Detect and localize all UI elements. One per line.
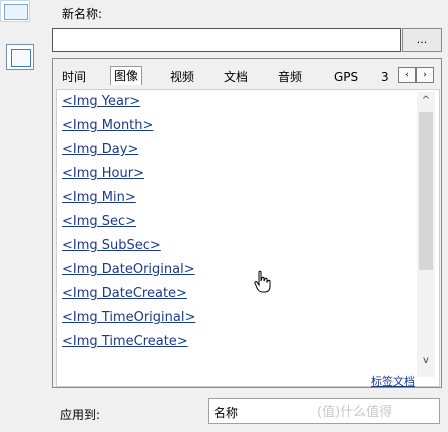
new-name-label: 新名称: <box>62 7 103 21</box>
list-item[interactable]: <Img TimeCreate> <box>62 334 188 349</box>
list-item[interactable]: <Img Sec> <box>62 214 136 229</box>
list-item[interactable]: <Img Month> <box>62 118 153 133</box>
list-item[interactable]: <Img Day> <box>62 142 138 157</box>
tag-tabbar: 时间 图像 视频 文档 音频 GPS 3 <box>56 64 436 88</box>
list-item[interactable]: <Img DateCreate> <box>62 286 187 301</box>
hand-pointer-icon <box>253 270 271 294</box>
list-item[interactable]: <Img Min> <box>62 190 136 205</box>
list-item[interactable]: <Img Hour> <box>62 166 144 181</box>
tab-image[interactable]: 图像 <box>110 66 143 85</box>
tab-video[interactable]: 视频 <box>170 68 194 86</box>
list-item[interactable]: <Img Year> <box>62 94 140 109</box>
list-item[interactable]: <Img TimeOriginal> <box>62 310 195 325</box>
tab-scroll-right-button[interactable]: › <box>416 67 434 83</box>
tab-time[interactable]: 时间 <box>62 68 86 86</box>
tab-gps[interactable]: GPS <box>334 68 358 86</box>
new-name-input[interactable] <box>52 28 401 52</box>
tag-list: <Img Year> <Img Month> <Img Day> <Img Ho… <box>56 89 440 387</box>
apply-to-value: 名称 <box>214 406 239 420</box>
window-thumbnail-icon <box>0 0 30 22</box>
tab-more[interactable]: 3 <box>381 68 389 86</box>
scroll-up-icon[interactable]: ^ <box>417 92 435 110</box>
preview-icon[interactable] <box>6 44 34 70</box>
tab-audio[interactable]: 音频 <box>278 68 302 86</box>
list-item[interactable]: <Img SubSec> <box>62 238 161 253</box>
tab-document[interactable]: 文档 <box>224 68 248 86</box>
list-item[interactable]: <Img DateOriginal> <box>62 262 195 277</box>
apply-to-select[interactable]: 名称 (值)什么值得 <box>208 398 440 424</box>
apply-to-label: 应用到: <box>60 408 101 422</box>
tab-scroll-left-button[interactable]: ‹ <box>398 67 416 83</box>
watermark: (值)什么值得 <box>317 405 393 420</box>
scroll-down-icon[interactable]: v <box>417 346 435 376</box>
tag-docs-link[interactable]: 标签文档 <box>371 373 415 389</box>
scrollbar-thumb[interactable] <box>419 112 433 270</box>
browse-button[interactable]: ... <box>402 28 442 52</box>
